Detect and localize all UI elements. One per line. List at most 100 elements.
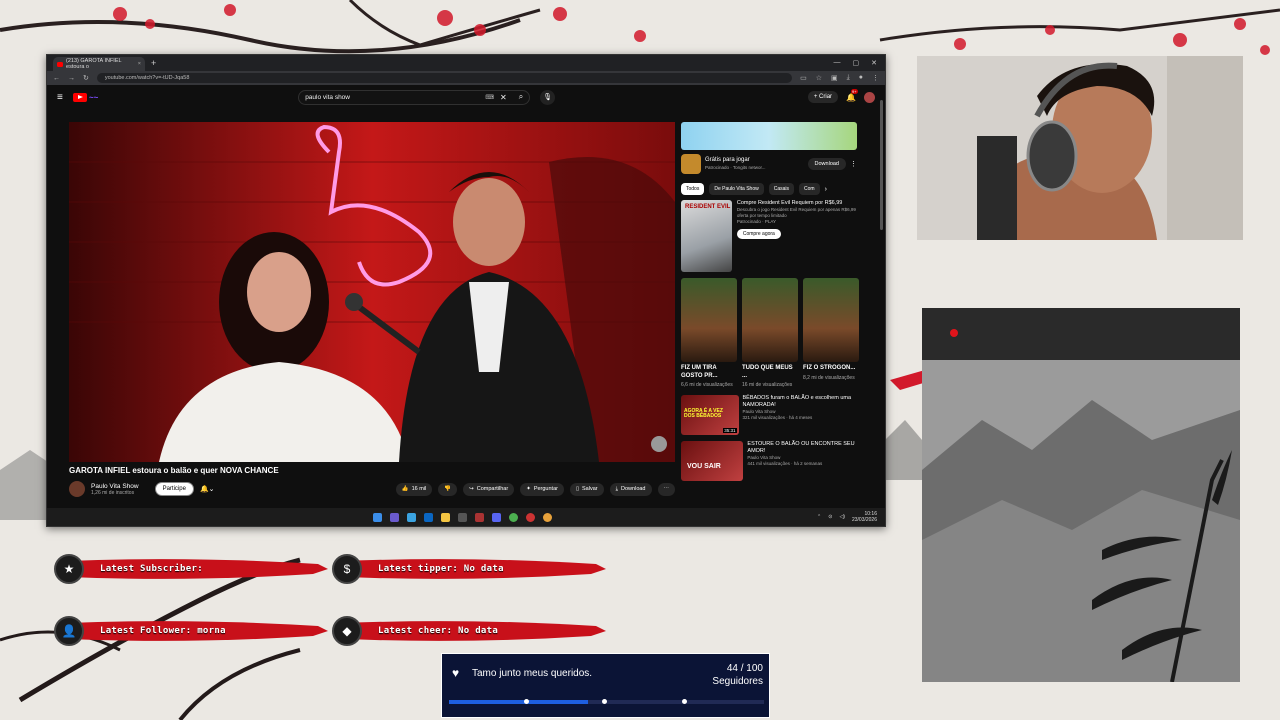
network-icon[interactable]: ⊙ [828,514,832,520]
download-button[interactable]: ⤓ Download [609,482,652,496]
chevron-right-icon[interactable]: › [825,186,827,193]
related-video[interactable]: AGORA É A VEZ DOS BÊBADOS 35:31 BÊBADOS … [681,394,858,435]
promo-item[interactable]: RESIDENT EVIL Compre Resident Evil Requi… [681,200,857,272]
menu-icon[interactable]: ⋮ [872,74,879,82]
downloads-icon[interactable]: ⤓ [847,74,850,82]
dislike-button[interactable]: 👎 [438,482,458,496]
share-icon: ↪ [469,486,474,492]
maximize-icon[interactable]: ▢ [853,59,860,67]
bookmark-star-icon[interactable]: ☆ [816,74,822,82]
hamburger-menu-icon[interactable]: ≡ [57,92,63,103]
video-player[interactable] [69,122,675,462]
goal-progress-fill [449,700,588,704]
scrollbar[interactable] [880,100,883,230]
ad-more-icon[interactable]: ⋮ [850,160,857,168]
cast-icon[interactable]: ▭ [800,74,807,82]
related-video-info: BÊBADOS furam o BALÃO e escolhem uma NAM… [743,395,858,435]
account-avatar[interactable] [864,91,875,103]
promo-sponsor: Patrocinado · PLAY [736,218,777,224]
app-icon[interactable] [475,512,484,522]
store-icon[interactable] [458,512,467,522]
chip-todos[interactable]: Todos [681,183,705,195]
save-button[interactable]: ▯ Salvar [569,482,604,496]
alert-text: Latest Follower: morna [100,626,226,636]
ad-download-button[interactable]: Download [807,158,846,170]
related-video-thumbnail[interactable]: VOU SAIR [681,440,744,481]
notifications-icon[interactable]: 🔔 9+ [846,88,858,102]
promo-thumb-label: RESIDENT EVIL [685,204,731,210]
browser-tab[interactable]: (213) GAROTA INFIEL estoura o × [53,57,145,71]
ad-banner-image[interactable] [681,122,857,150]
chip-casais[interactable]: Casais [768,183,795,195]
voice-search-icon[interactable]: 🎙 [540,89,556,105]
app-icon[interactable] [407,512,416,522]
clock[interactable]: 10:16 23/03/2026 [852,511,877,523]
new-tab-icon[interactable]: + [151,58,156,68]
teams-icon[interactable] [390,512,399,522]
join-button[interactable]: Participe [154,482,194,496]
ad-sponsor: Patrocinado · Tongits networ... [705,164,766,170]
extensions-icon[interactable]: ▣ [831,74,838,82]
short-views: 6,6 mi de visualizações [681,382,733,388]
chrome-active-icon[interactable] [543,512,552,522]
chip-channel[interactable]: De Paulo Vita Show [709,183,764,195]
keyboard-icon[interactable]: ⌨ [485,94,494,101]
reload-icon[interactable]: ↻ [83,74,89,82]
more-actions-icon[interactable]: ⋯ [657,482,675,496]
search-icon[interactable]: ⌕ [519,92,523,102]
close-tab-icon[interactable]: × [138,61,141,67]
like-button[interactable]: 👍 16 mil [395,482,433,496]
promo-desc: Descubra o jogo Resident Evil Requiem po… [736,207,856,218]
share-button[interactable]: ↪ Compartilhar [463,482,515,496]
edge-icon[interactable] [424,512,433,522]
ad-text: Grátis para jogar Patrocinado · Tongits … [705,157,765,171]
short-thumbnail[interactable] [681,278,737,362]
related-video-thumbnail[interactable]: AGORA É A VEZ DOS BÊBADOS 35:31 [681,394,739,435]
back-icon[interactable]: ← [53,75,60,82]
channel-avatar[interactable] [69,481,85,497]
file-explorer-icon[interactable] [441,512,450,522]
profile-icon[interactable]: ● [859,74,863,82]
goal-unit: Seguidores [712,676,763,687]
short-item[interactable]: TUDO QUE MEUS ... 16 mi de visualizações [742,278,798,389]
video-duration: 35:31 [723,427,737,433]
channel-row: Paulo Vita Show 1,26 mi de inscritos Par… [69,480,675,498]
progress-tick [602,699,607,704]
tray-chevron-icon[interactable]: ⌃ [817,514,821,520]
video-actions: 👍 16 mil 👎 ↪ Compartilhar ✦ Perguntar ▯ Salv… [395,482,675,496]
tab-strip: (213) GAROTA INFIEL estoura o × + — ▢ ✕ [47,55,885,71]
minimize-icon[interactable]: — [834,59,841,67]
short-item[interactable]: FIZ UM TIRA GOSTO PR... 6,6 mi de visual… [681,278,737,389]
ask-button[interactable]: ✦ Perguntar [520,482,564,496]
obs-icon[interactable] [526,512,535,522]
youtube-favicon-icon [57,61,64,67]
subscription-bell-icon[interactable]: 🔔⌄ [200,485,215,493]
related-video[interactable]: VOU SAIR ESTOURE O BALÃO OU ENCONTRE SEU… [681,440,857,481]
alert-text: Latest tipper: No data [378,564,504,574]
window-controls: — ▢ ✕ [834,59,886,67]
close-window-icon[interactable]: ✕ [871,59,877,67]
short-thumbnail[interactable] [742,278,798,362]
game-app-icon [681,154,701,174]
ask-label: Perguntar [533,486,558,492]
address-bar[interactable]: youtube.com/watch?v=-tUD-Jqa58 [96,73,793,83]
header-actions: + Criar 🔔 9+ [807,88,875,103]
volume-icon[interactable]: ◁) [839,514,845,520]
windows-start-icon[interactable] [373,512,382,522]
short-thumbnail[interactable] [803,278,859,362]
discord-icon[interactable] [492,512,501,522]
create-button[interactable]: + Criar [807,91,839,103]
taskbar-apps [373,512,552,522]
shorts-shelf: FIZ UM TIRA GOSTO PR... 6,6 mi de visual… [681,278,859,389]
short-item[interactable]: FIZ O STROGON... 8,2 mi de visualizações [803,278,859,389]
chrome-icon[interactable] [509,512,518,522]
youtube-logo[interactable]: ~~ [72,92,98,102]
chip-com[interactable]: Com [799,183,820,195]
clear-search-icon[interactable]: ✕ [500,93,507,102]
promo-thumbnail[interactable]: RESIDENT EVIL [681,200,732,272]
search-input[interactable]: paulo vita show ⌨ ✕ ⌕ [298,89,531,105]
promo-buy-button[interactable]: Compre agora [736,228,781,240]
forward-icon[interactable]: → [68,75,75,82]
alert-text: Latest Subscriber: [100,564,203,574]
channel-name[interactable]: Paulo Vita Show [91,483,139,490]
